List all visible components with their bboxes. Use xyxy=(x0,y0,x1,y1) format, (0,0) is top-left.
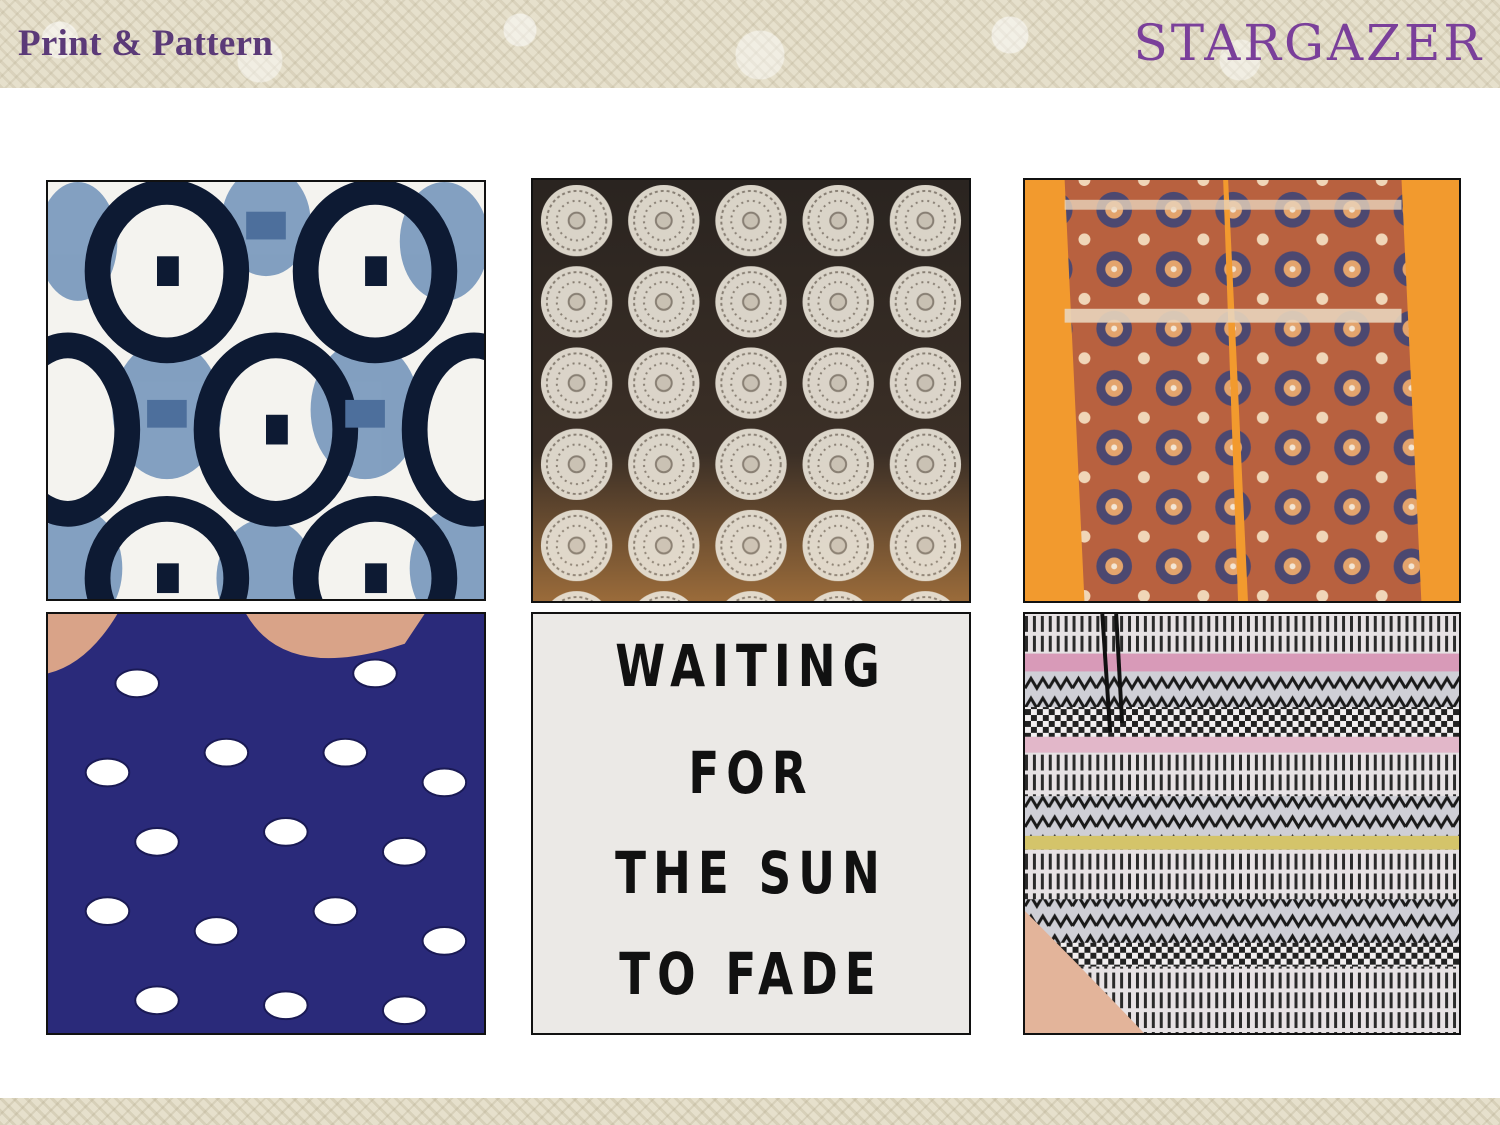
slogan-tee-image: WAITING FOR THE SUN TO FADE xyxy=(531,612,971,1035)
crochet-lace-image xyxy=(531,178,971,603)
paisley-pants-graphic xyxy=(1025,180,1459,601)
paisley-pants-image xyxy=(1023,178,1461,603)
elephant-print-top-image xyxy=(46,612,486,1035)
aztec-stripe-graphic xyxy=(1025,614,1459,1033)
page-title: Print & Pattern xyxy=(18,23,274,64)
slogan-line-4: TO FADE xyxy=(619,940,883,1008)
slogan-line-3: THE SUN xyxy=(615,839,887,907)
header-band: Print & Pattern STARGAZER xyxy=(0,0,1500,88)
crochet-lace-graphic xyxy=(533,180,969,601)
aztec-shorts-image xyxy=(1023,612,1461,1035)
brand-logo: STARGAZER xyxy=(1133,14,1484,72)
ikat-print-image xyxy=(46,180,486,601)
slogan-line-2: FOR xyxy=(688,739,814,807)
slogan-line-1: WAITING xyxy=(615,632,887,700)
elephant-print-graphic xyxy=(48,614,484,1033)
footer-band xyxy=(0,1098,1500,1125)
ikat-print-graphic xyxy=(48,182,484,599)
